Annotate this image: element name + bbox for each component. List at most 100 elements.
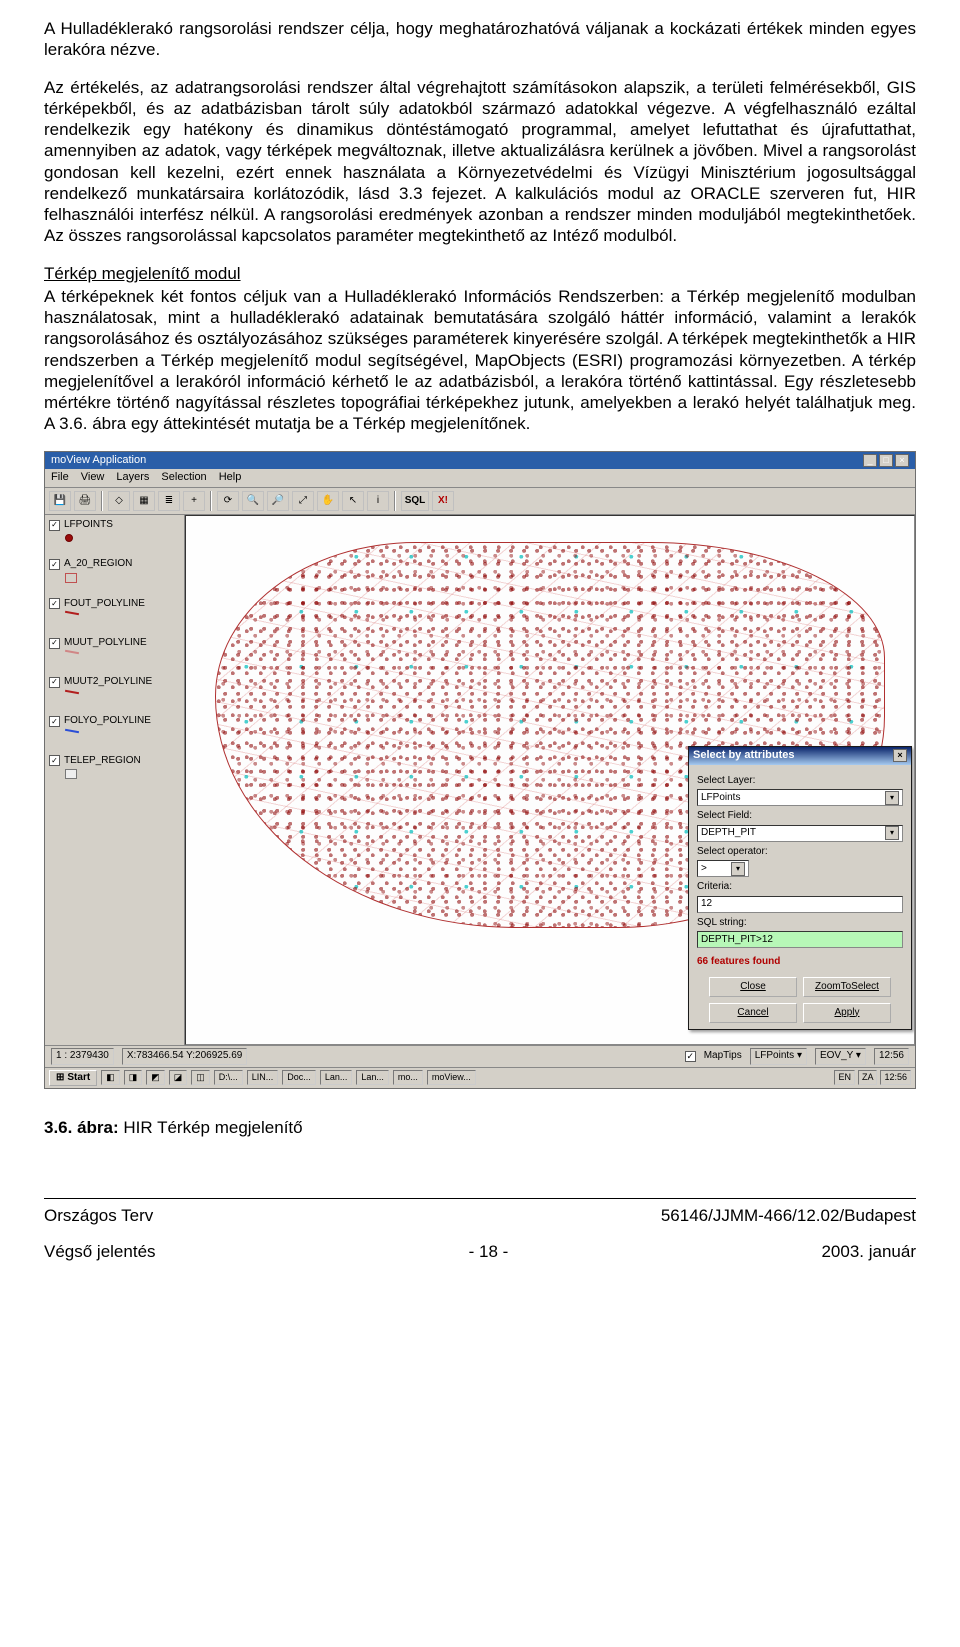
operator-dropdown[interactable]: > ▾ [697,860,749,877]
select-field-dropdown[interactable]: DEPTH_PIT ▾ [697,825,903,842]
quicklaunch-icon[interactable]: ◧ [101,1070,120,1085]
select-layer-label: Select Layer: [697,775,903,788]
menu-help[interactable]: Help [219,471,242,485]
layer-label: MUUT2_POLYLINE [64,676,152,689]
minimize-button[interactable]: _ [863,454,877,467]
chevron-down-icon[interactable]: ▾ [731,862,745,876]
chevron-down-icon[interactable]: ▾ [885,826,899,840]
tray-clock: 12:56 [880,1070,911,1085]
layer-label: MUUT_POLYLINE [64,637,147,650]
figure-caption-number: 3.6. ábra: [44,1118,119,1137]
taskbar-item[interactable]: LIN... [247,1070,279,1085]
pointer-icon[interactable]: ↖ [342,491,364,511]
select-layer-dropdown[interactable]: LFPoints ▾ [697,789,903,806]
chevron-down-icon[interactable]: ▾ [885,791,899,805]
pan-icon[interactable]: ✋ [317,491,339,511]
taskbar-item[interactable]: Doc... [282,1070,316,1085]
toolbar: 💾 🖨 ◇ ▦ ≣ + ⟳ 🔍 🔎 ⤢ ✋ ↖ i SQL X! [45,488,915,515]
checkbox-icon[interactable]: ✓ [49,638,60,649]
info-icon[interactable]: i [367,491,389,511]
close-button[interactable]: Close [709,977,797,997]
taskbar-item[interactable]: Lan... [356,1070,389,1085]
layer-lfpoints[interactable]: ✓ LFPOINTS [49,519,180,548]
app-window: moView Application _ □ × File View Layer… [44,451,916,1090]
checkbox-icon[interactable]: ✓ [49,716,60,727]
clear-selection-icon[interactable]: X! [432,491,454,511]
menu-layers[interactable]: Layers [116,471,149,485]
print-icon[interactable]: 🖨 [74,491,96,511]
select-by-attributes-dialog: Select by attributes × Select Layer: LFP… [688,746,912,1030]
select-icon[interactable]: ▦ [133,491,155,511]
checkbox-icon[interactable]: ✓ [49,520,60,531]
layer-fout-polyline[interactable]: ✓ FOUT_POLYLINE [49,598,180,627]
start-label: Start [67,1072,90,1085]
zoom-extent-icon[interactable]: ⤢ [292,491,314,511]
titlebar: moView Application _ □ × [45,452,915,470]
paragraph-1: A Hulladéklerakó rangsorolási rendszer c… [44,18,916,61]
layer-label: A_20_REGION [64,558,132,571]
layer-a20region[interactable]: ✓ A_20_REGION [49,558,180,587]
apply-button[interactable]: Apply [803,1003,891,1023]
layer-label: TELEP_REGION [64,755,141,768]
checkbox-icon[interactable]: ✓ [49,598,60,609]
add-icon[interactable]: + [183,491,205,511]
maximize-button[interactable]: □ [879,454,893,467]
layer-telep-region[interactable]: ✓ TELEP_REGION [49,755,180,784]
taskbar-item[interactable]: moView... [427,1070,476,1085]
layer-label: LFPOINTS [64,519,113,532]
zoom-in-icon[interactable]: 🔍 [242,491,264,511]
layer-muut2-polyline[interactable]: ✓ MUUT2_POLYLINE [49,676,180,705]
menubar: File View Layers Selection Help [45,469,915,488]
menu-view[interactable]: View [81,471,105,485]
taskbar-item[interactable]: mo... [393,1070,423,1085]
statusbar: 1 : 2379430 X:783466.54 Y:206925.69 ✓ Ma… [45,1045,915,1067]
dialog-close-button[interactable]: × [893,749,907,762]
quicklaunch-icon[interactable]: ◨ [124,1070,143,1085]
criteria-value: 12 [701,898,712,911]
paragraph-2: Az értékelés, az adatrangsorolási rendsz… [44,77,916,247]
taskbar-item[interactable]: Lan... [320,1070,353,1085]
cancel-button[interactable]: Cancel [709,1003,797,1023]
menu-file[interactable]: File [51,471,69,485]
select-field-value: DEPTH_PIT [701,827,756,840]
criteria-input[interactable]: 12 [697,896,903,913]
map-canvas[interactable]: Select by attributes × Select Layer: LFP… [185,515,915,1045]
taskbar-item[interactable]: D:\... [214,1070,243,1085]
operator-label: Select operator: [697,846,903,859]
tray-language-indicator[interactable]: EN [834,1070,855,1085]
polygon-symbol-icon [65,573,81,583]
layers-icon[interactable]: ≣ [158,491,180,511]
layer-label: FOUT_POLYLINE [64,598,145,611]
layer-muut-polyline[interactable]: ✓ MUUT_POLYLINE [49,637,180,666]
figure-caption: 3.6. ábra: HIR Térkép megjelenítő [44,1117,916,1138]
sql-icon[interactable]: SQL [401,491,429,511]
zoom-out-icon[interactable]: 🔎 [267,491,289,511]
maptips-label: MapTips [704,1050,742,1063]
footer-left-1: Országos Terv [44,1205,153,1226]
quicklaunch-icon[interactable]: ◫ [191,1070,210,1085]
tray-indicator[interactable]: ZA [858,1070,878,1085]
quicklaunch-icon[interactable]: ◪ [169,1070,188,1085]
status-time: 12:56 [874,1048,909,1065]
scale-display: 1 : 2379430 [51,1048,114,1065]
checkbox-icon[interactable]: ✓ [49,755,60,766]
criteria-label: Criteria: [697,881,903,894]
page-footer: Országos Terv 56146/JJMM-466/12.02/Budap… [44,1198,916,1262]
menu-selection[interactable]: Selection [161,471,206,485]
quicklaunch-icon[interactable]: ◩ [146,1070,165,1085]
checkbox-icon[interactable]: ✓ [49,559,60,570]
save-icon[interactable]: 💾 [49,491,71,511]
maptips-field-dropdown[interactable]: EOV_Y ▾ [815,1048,866,1065]
identify-icon[interactable]: ◇ [108,491,130,511]
layer-folyo-polyline[interactable]: ✓FOLYO_POLYLINE [49,715,180,744]
maptips-checkbox[interactable]: ✓ [685,1051,696,1062]
select-field-label: Select Field: [697,810,903,823]
zoom-to-select-button[interactable]: ZoomToSelect [803,977,891,997]
maptips-layer-dropdown[interactable]: LFPoints ▾ [750,1048,807,1065]
checkbox-icon[interactable]: ✓ [49,677,60,688]
sql-string-display: DEPTH_PIT>12 [697,931,903,948]
close-button[interactable]: × [895,454,909,467]
start-button[interactable]: ⊞ Start [49,1070,97,1087]
refresh-icon[interactable]: ⟳ [217,491,239,511]
point-symbol-icon [65,534,81,544]
